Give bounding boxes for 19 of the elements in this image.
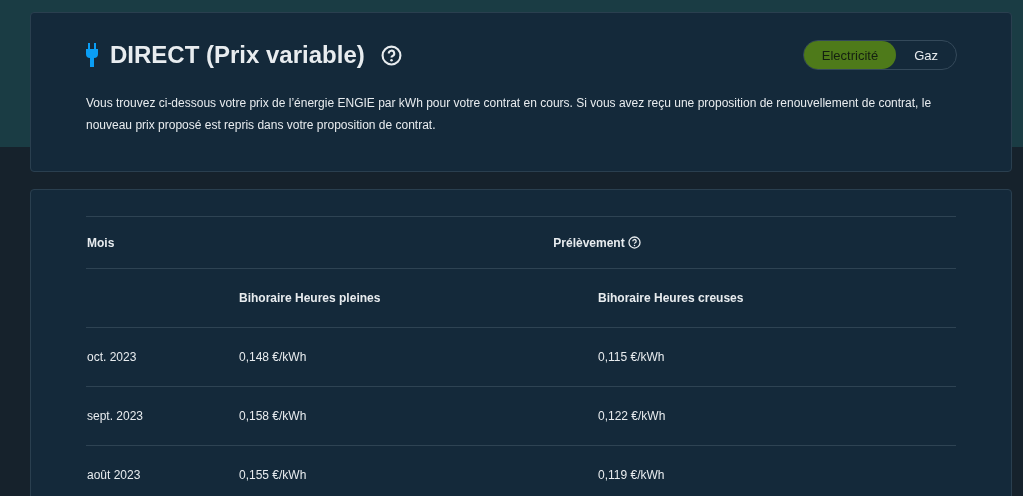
description-text: Vous trouvez ci-dessous votre prix de l’énergie ENGIE par kWh pour votre contrat en cours. Si vous avez reçu une proposition de renouvellement de contrat, le nouveau prix proposé est repris dans votre proposition de contrat.	[86, 95, 933, 134]
contract-title: DIRECT (Prix variable)	[110, 41, 365, 69]
column-header: Bihoraire Heures creuses	[598, 291, 744, 305]
table-cell: oct. 2023	[87, 350, 137, 364]
table-cell: 0,115 €/kWh	[598, 350, 665, 364]
plug-icon	[86, 43, 98, 67]
table-cell: 0,155 €/kWh	[239, 468, 307, 482]
table-cell: 0,119 €/kWh	[598, 468, 665, 482]
table-cell: sept. 2023	[87, 409, 144, 423]
column-header: Prélèvement	[553, 235, 625, 250]
column-header: Bihoraire Heures pleines	[239, 291, 381, 305]
table-cell: 0,148 €/kWh	[239, 350, 307, 364]
table-cell: 0,158 €/kWh	[239, 409, 307, 423]
column-header: Mois	[86, 216, 238, 269]
table-cell: 0,122 €/kWh	[598, 409, 666, 423]
toggle-option[interactable]: Gaz	[896, 41, 956, 69]
table-cell: août 2023	[87, 468, 141, 482]
help-icon[interactable]	[627, 236, 641, 249]
help-icon[interactable]	[380, 44, 402, 66]
